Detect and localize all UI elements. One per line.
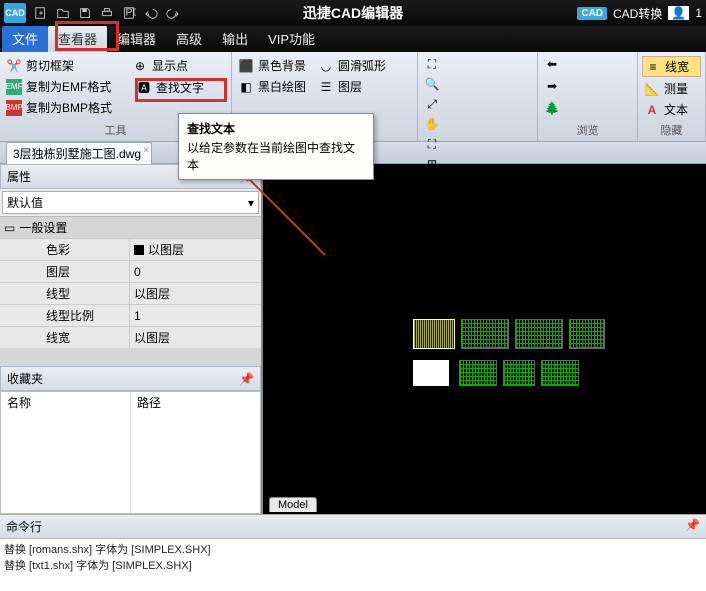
thumb-3[interactable] [515,319,563,349]
linewidth-icon: ≡ [645,59,661,75]
undo-icon[interactable] [140,2,162,24]
cmd-line-2: 替换 [txt1.shx] 字体为 [SIMPLEX.SHX] [4,557,702,573]
pos-icon-4[interactable]: ✋ [424,116,440,132]
tooltip-title: 查找文本 [187,120,365,137]
menu-vip[interactable]: VIP功能 [258,25,325,52]
app-logo: CAD [4,3,26,23]
browse-fwd-icon[interactable]: ➡ [544,78,560,94]
general-section[interactable]: ▭一般设置 [0,216,261,238]
favorites-list[interactable]: 名称 路径 [0,391,261,514]
print-icon[interactable] [96,2,118,24]
ruler-icon: 📐 [644,81,660,97]
drawing-canvas[interactable]: Model [261,164,706,514]
fav-col-name: 名称 [1,392,131,513]
text-a-icon: A [644,102,660,118]
app-title: 迅捷CAD编辑器 [303,3,403,23]
bw-draw-button[interactable]: ◧黑白绘图 [236,77,308,96]
bw-icon: ◧ [238,79,254,95]
pos-icon-1[interactable]: ⛶ [424,56,440,72]
prop-row-lineweight[interactable]: 线宽以图层 [0,326,261,348]
command-output: 替换 [romans.shx] 字体为 [SIMPLEX.SHX] 替换 [tx… [0,539,706,587]
thumb-2[interactable] [461,319,509,349]
menu-file[interactable]: 文件 [2,25,48,52]
bmp-icon: BMP [6,100,22,116]
text-button[interactable]: A文本 [642,100,690,119]
cad-badge: CAD [577,7,607,20]
black-bg-icon: ⬛ [238,58,254,74]
cmd-line-1: 替换 [romans.shx] 字体为 [SIMPLEX.SHX] [4,541,702,557]
scissors-icon: ✂️ [6,58,22,74]
user-icon[interactable]: 👤 [668,6,689,20]
thumb-5[interactable] [413,360,449,386]
measure-button[interactable]: 📐测量 [642,79,701,98]
smooth-arc-button[interactable]: ◡圆滑弧形 [316,56,388,75]
copy-emf-button[interactable]: EMF复制为EMF格式 [4,77,122,96]
save-icon[interactable] [74,2,96,24]
emf-icon: EMF [6,79,22,95]
layer-icon: ☰ [318,79,334,95]
thumb-4[interactable] [569,319,605,349]
new-icon[interactable] [30,2,52,24]
browse-back-icon[interactable]: ⬅ [544,56,560,72]
chevron-down-icon: ▾ [248,196,254,210]
ribbon-group-browse-label: 浏览 [542,121,633,139]
pos-icon-3[interactable]: ⤢ [424,96,440,112]
linewidth-button[interactable]: ≡线宽 [642,56,701,77]
thumb-6[interactable] [459,360,497,386]
menu-output[interactable]: 输出 [212,25,258,52]
thumb-7[interactable] [503,360,535,386]
command-panel-header: 命令行 📌 [0,515,706,539]
clip-frame-button[interactable]: ✂️剪切框架 [4,56,122,75]
user-count: 1 [695,6,702,20]
thumb-8[interactable] [541,360,579,386]
favorites-panel-header: 收藏夹 📌 [0,366,261,391]
pos-icon-2[interactable]: 🔍 [424,76,440,92]
defaults-combo[interactable]: 默认值 ▾ [2,191,259,214]
prop-row-color[interactable]: 色彩以图层 [0,238,261,260]
tooltip-body: 以给定参数在当前绘图中查找文本 [187,139,365,173]
collapse-icon: ▭ [4,221,15,235]
model-tab[interactable]: Model [269,497,317,512]
pin-icon-3[interactable]: 📌 [685,518,700,535]
pos-icon-5[interactable]: ⛶ [424,136,440,152]
svg-text:PDF: PDF [126,7,137,19]
menu-viewer[interactable]: 查看器 [48,25,107,52]
find-text-icon: 🅰 [136,80,152,96]
point-icon: ⊕ [132,58,148,74]
pdf-icon[interactable]: PDF [118,2,140,24]
pin-icon-2[interactable]: 📌 [239,372,254,386]
redo-icon[interactable] [162,2,184,24]
black-bg-button[interactable]: ⬛黑色背景 [236,56,308,75]
document-tab[interactable]: 3层独栋别墅施工图.dwg × [6,142,152,164]
open-icon[interactable] [52,2,74,24]
find-text-button[interactable]: 🅰查找文字 [130,77,210,98]
menu-editor[interactable]: 编辑器 [107,25,166,52]
prop-row-ltscale[interactable]: 线型比例1 [0,304,261,326]
menu-advanced[interactable]: 高级 [166,25,212,52]
prop-row-layer[interactable]: 图层0 [0,260,261,282]
close-tab-icon[interactable]: × [143,145,149,156]
fav-col-path: 路径 [131,392,260,513]
find-text-tooltip: 查找文本 以给定参数在当前绘图中查找文本 [178,113,374,180]
arc-icon: ◡ [318,58,334,74]
layer-button[interactable]: ☰图层 [316,77,388,96]
thumb-1[interactable] [413,319,455,349]
color-swatch [134,245,144,255]
prop-row-linetype[interactable]: 线型以图层 [0,282,261,304]
browse-tree-icon[interactable]: 🌲 [544,100,560,116]
show-point-button[interactable]: ⊕显示点 [130,56,210,75]
copy-bmp-button[interactable]: BMP复制为BMP格式 [4,98,122,117]
cad-convert-link[interactable]: CAD转换 [613,5,662,22]
ribbon-group-text-label: 隐藏 [642,121,701,139]
